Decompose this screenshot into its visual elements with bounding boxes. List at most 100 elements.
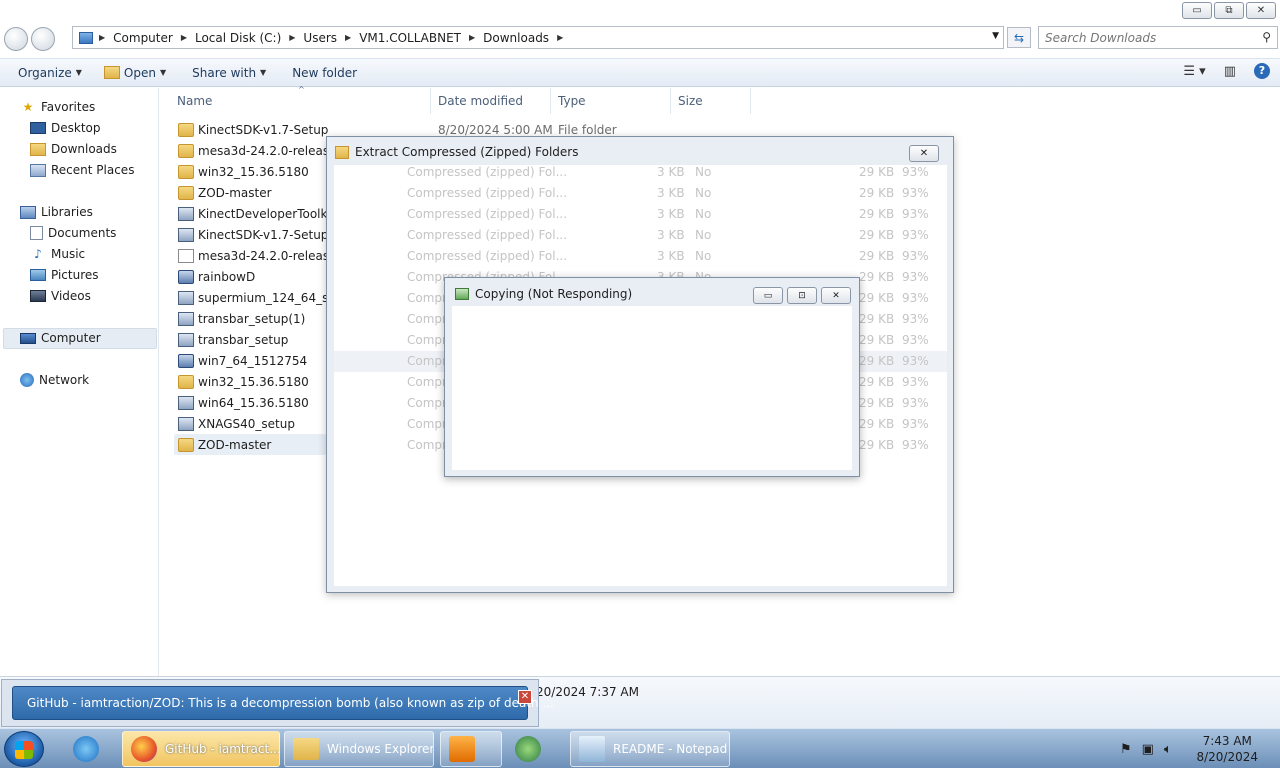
setup-icon xyxy=(178,227,194,242)
list-item: Compressed (zipped) Fol...3 KBNo29 KB93% xyxy=(407,207,929,221)
chevron-down-icon[interactable]: ▼ xyxy=(992,31,999,41)
copying-restore-button[interactable]: ⊡ xyxy=(787,287,817,304)
videos-icon xyxy=(30,290,46,302)
taskbar-media-player-button[interactable] xyxy=(440,731,502,767)
tooltip-item[interactable]: GitHub - iamtraction/ZOD: This is a deco… xyxy=(12,686,554,720)
recent-places-icon xyxy=(30,163,46,177)
command-bar: Organize ▼ Open ▼ Share with ▼ New folder ☰… xyxy=(0,58,1280,87)
nav-computer[interactable]: Computer xyxy=(20,329,101,347)
desktop-icon xyxy=(30,122,46,134)
network-tray-icon[interactable]: ▣ xyxy=(1142,742,1154,757)
list-item: Compressed (zipped) Fol...3 KBNo29 KB93% xyxy=(407,249,929,263)
navigation-pane: ★ Favorites Desktop Downloads Recent Plac… xyxy=(0,88,159,676)
computer-icon xyxy=(20,332,36,344)
column-divider[interactable] xyxy=(670,88,671,114)
maximize-button[interactable]: ⧉ xyxy=(1214,2,1244,19)
windows-logo-icon xyxy=(15,741,33,759)
copy-icon xyxy=(455,288,469,300)
nav-music[interactable]: ♪ Music xyxy=(30,245,85,263)
extract-dialog-title: Extract Compressed (Zipped) Folders xyxy=(335,145,579,159)
notepad-icon xyxy=(579,736,605,762)
nav-recent-places[interactable]: Recent Places xyxy=(30,161,134,179)
chevron-down-icon: ▼ xyxy=(159,68,167,77)
nav-network[interactable]: Network xyxy=(20,371,89,389)
taskbar-notepad-button[interactable]: README - Notepad xyxy=(570,731,730,767)
breadcrumb-local-disk[interactable]: Local Disk (C:) ▶ xyxy=(195,31,303,45)
folder-icon xyxy=(178,164,194,179)
view-options-icon[interactable]: ☰ ▾ xyxy=(1183,64,1205,79)
file-row-selected[interactable]: ZOD-master xyxy=(174,434,326,455)
libraries-icon xyxy=(20,205,36,219)
column-size[interactable]: Size xyxy=(678,94,703,108)
taskbar-app-button[interactable] xyxy=(506,731,568,767)
document-icon xyxy=(178,248,194,263)
start-button[interactable] xyxy=(4,731,44,767)
address-bar[interactable]: ▶ Computer ▶ Local Disk (C:) ▶ Users ▶ VM1.… xyxy=(72,26,1004,49)
downloads-folder-icon xyxy=(30,142,46,156)
nav-libraries[interactable]: Libraries xyxy=(20,203,93,221)
globe-app-icon xyxy=(515,736,541,762)
folder-icon xyxy=(178,185,194,200)
chevron-down-icon: ▼ xyxy=(260,68,267,77)
organize-button[interactable]: Organize ▼ xyxy=(10,59,90,86)
star-icon: ★ xyxy=(22,100,34,114)
column-divider[interactable] xyxy=(750,88,751,114)
breadcrumb-sep[interactable]: ▶ xyxy=(99,33,113,42)
back-button[interactable] xyxy=(4,27,28,51)
help-icon[interactable]: ? xyxy=(1254,63,1270,79)
column-name[interactable]: Name xyxy=(177,94,212,108)
open-button[interactable]: Open ▼ xyxy=(96,59,174,86)
copying-minimize-button[interactable]: ▭ xyxy=(753,287,783,304)
breadcrumb-user[interactable]: VM1.COLLABNET ▶ xyxy=(359,31,483,45)
extract-close-button[interactable]: ✕ xyxy=(909,145,939,162)
taskbar: GitHub - iamtract... Windows Explorer RE… xyxy=(0,728,1280,768)
breadcrumb-users[interactable]: Users ▶ xyxy=(303,31,359,45)
minimize-button[interactable]: ▭ xyxy=(1182,2,1212,19)
nav-pictures[interactable]: Pictures xyxy=(30,266,99,284)
taskbar-firefox-button[interactable]: GitHub - iamtract... xyxy=(122,731,280,767)
forward-button[interactable] xyxy=(31,27,55,51)
column-type[interactable]: Type xyxy=(558,94,586,108)
column-divider[interactable] xyxy=(550,88,551,114)
sort-indicator-icon: ^ xyxy=(298,85,305,94)
new-folder-button[interactable]: New folder xyxy=(284,59,365,86)
taskbar-ie-button[interactable] xyxy=(64,731,116,767)
setup-icon xyxy=(178,206,194,221)
folder-icon xyxy=(178,437,194,452)
search-icon[interactable]: ⚲ xyxy=(1262,30,1271,44)
music-icon: ♪ xyxy=(34,247,42,261)
preview-pane-icon[interactable]: ▥ xyxy=(1224,64,1236,79)
folder-open-icon xyxy=(103,66,120,79)
folder-icon xyxy=(178,143,194,158)
tooltip-close-button[interactable]: ✕ xyxy=(518,690,532,704)
action-center-flag-icon[interactable]: ⚑ xyxy=(1120,742,1132,757)
setup-icon xyxy=(178,311,194,326)
close-button[interactable]: ✕ xyxy=(1246,2,1276,19)
setup-icon xyxy=(178,332,194,347)
application-icon xyxy=(178,353,194,368)
breadcrumb-downloads[interactable]: Downloads ▶ xyxy=(483,31,571,45)
column-divider[interactable] xyxy=(430,88,431,114)
copying-dialog-content xyxy=(452,306,852,470)
nav-documents[interactable]: Documents xyxy=(30,224,116,242)
copying-close-button[interactable]: ✕ xyxy=(821,287,851,304)
list-item: Compressed (zipped) Fol...3 KBNo29 KB93% xyxy=(407,165,929,179)
zip-folder-icon xyxy=(335,145,349,159)
share-with-button[interactable]: Share with ▼ xyxy=(184,59,274,86)
column-date-modified[interactable]: Date modified xyxy=(438,94,523,108)
search-input[interactable] xyxy=(1045,30,1255,45)
taskbar-explorer-button[interactable]: Windows Explorer xyxy=(284,731,434,767)
explorer-folder-icon xyxy=(293,738,319,760)
breadcrumb-computer[interactable]: Computer ▶ xyxy=(113,31,195,45)
nav-favorites[interactable]: ★ Favorites xyxy=(20,98,96,116)
system-clock[interactable]: 7:43 AM 8/20/2024 xyxy=(1196,733,1258,765)
setup-icon xyxy=(178,416,194,431)
refresh-button[interactable]: ⇆ xyxy=(1007,27,1031,48)
firefox-icon xyxy=(131,736,157,762)
nav-videos[interactable]: Videos xyxy=(30,287,91,305)
volume-muted-icon[interactable]: 🔈︎ xyxy=(1164,742,1172,757)
copying-dialog: Copying (Not Responding) ▭ ⊡ ✕ xyxy=(444,277,860,477)
nav-desktop[interactable]: Desktop xyxy=(30,119,101,137)
nav-downloads[interactable]: Downloads xyxy=(30,140,117,158)
setup-icon xyxy=(178,290,194,305)
